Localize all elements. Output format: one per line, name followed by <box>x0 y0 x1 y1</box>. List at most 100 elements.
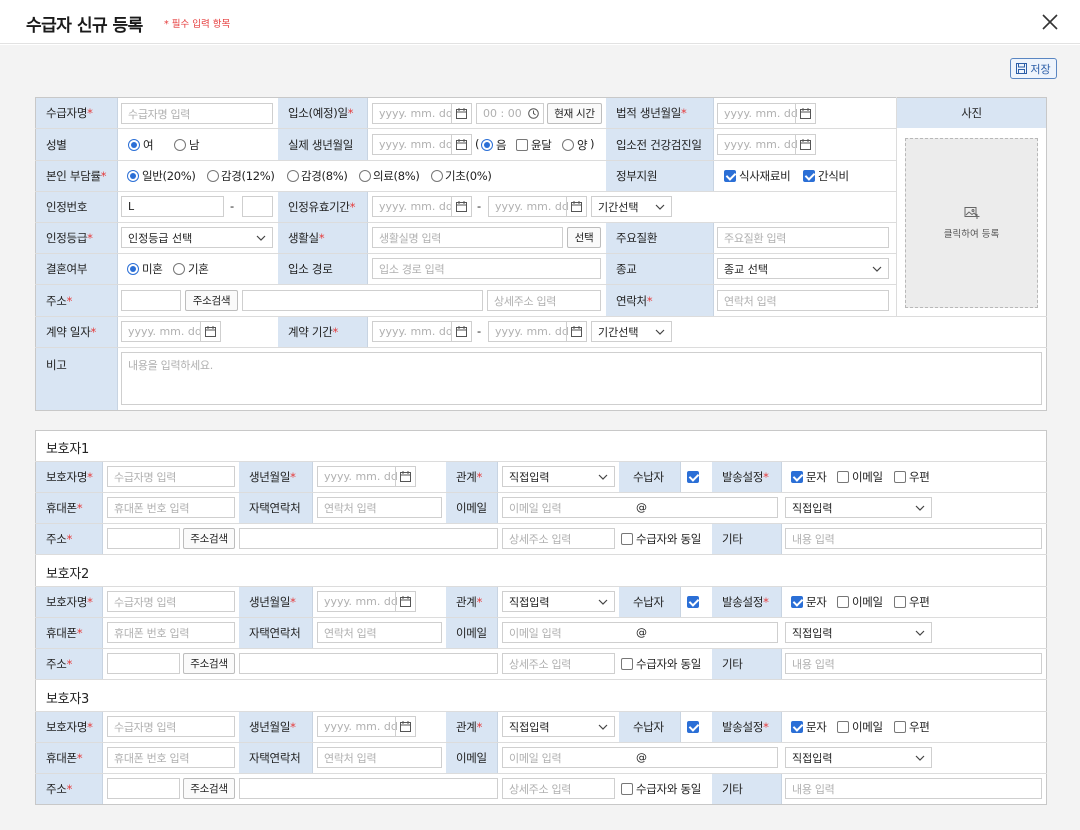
send-sms-checkbox[interactable] <box>791 596 803 608</box>
calendar-icon[interactable] <box>795 104 815 123</box>
guardian-address-search-button[interactable]: 주소검색 <box>183 653 235 674</box>
gov-meal-checkbox[interactable] <box>724 170 736 182</box>
admission-date-input[interactable]: yyyy. mm. dd <box>372 103 472 124</box>
email-domain-select[interactable]: 직접입력 <box>785 497 932 518</box>
guardian-email-input[interactable]: 이메일 입력 @ <box>502 497 778 518</box>
send-email-checkbox[interactable] <box>837 471 849 483</box>
zipcode-input[interactable] <box>121 290 181 311</box>
contact-input[interactable]: 연락처 입력 <box>717 290 889 311</box>
same-as-recipient-checkbox[interactable] <box>621 533 633 545</box>
send-post-checkbox[interactable] <box>894 721 906 733</box>
cert-period-select[interactable]: 기간선택 <box>591 196 672 217</box>
relation-select[interactable]: 직접입력 <box>502 591 615 612</box>
burden-medical-radio[interactable] <box>359 170 371 182</box>
recipient-name-input[interactable]: 수급자명 입력 <box>121 103 273 124</box>
guardian-birth-input[interactable]: yyyy. mm. dd <box>317 591 416 612</box>
guardian-address-detail-input[interactable]: 상세주소 입력 <box>502 778 615 799</box>
photo-upload-area[interactable]: 클릭하여 등록 <box>905 138 1038 308</box>
cert-start-input[interactable]: yyyy. mm. dd <box>372 196 472 217</box>
close-icon[interactable] <box>1040 12 1060 32</box>
gender-female-radio[interactable] <box>128 139 140 151</box>
religion-select[interactable]: 종교 선택 <box>717 258 889 279</box>
cert-no-input[interactable]: L <box>121 196 224 217</box>
address-search-button[interactable]: 주소검색 <box>185 290 238 311</box>
married-radio[interactable] <box>173 263 185 275</box>
burden-reduced12-radio[interactable] <box>207 170 219 182</box>
address-input[interactable] <box>242 290 483 311</box>
calendar-icon[interactable] <box>200 322 220 341</box>
guardian-birth-input[interactable]: yyyy. mm. dd <box>317 716 416 737</box>
guardian-phone-input[interactable]: 휴대폰 번호 입력 <box>107 497 235 518</box>
save-button[interactable]: 저장 <box>1010 58 1057 79</box>
guardian-birth-input[interactable]: yyyy. mm. dd <box>317 466 416 487</box>
calendar-icon[interactable] <box>795 135 815 154</box>
clock-icon[interactable] <box>523 104 543 123</box>
payer-checkbox[interactable] <box>687 471 699 483</box>
guardian-address-search-button[interactable]: 주소검색 <box>183 778 235 799</box>
guardian-address-input[interactable] <box>239 653 498 674</box>
relation-select[interactable]: 직접입력 <box>502 716 615 737</box>
burden-reduced8-radio[interactable] <box>287 170 299 182</box>
send-email-checkbox[interactable] <box>837 596 849 608</box>
payer-checkbox[interactable] <box>687 721 699 733</box>
health-check-input[interactable]: yyyy. mm. dd <box>717 134 816 155</box>
calendar-icon[interactable] <box>566 197 586 216</box>
disease-input[interactable]: 주요질환 입력 <box>717 227 889 248</box>
email-domain-select[interactable]: 직접입력 <box>785 747 932 768</box>
route-input[interactable]: 입소 경로 입력 <box>372 258 601 279</box>
relation-select[interactable]: 직접입력 <box>502 466 615 487</box>
same-as-recipient-checkbox[interactable] <box>621 658 633 670</box>
calendar-icon[interactable] <box>395 467 415 486</box>
burden-basic-radio[interactable] <box>431 170 443 182</box>
guardian-etc-input[interactable]: 내용 입력 <box>785 778 1042 799</box>
unmarried-radio[interactable] <box>127 263 139 275</box>
calendar-icon[interactable] <box>566 322 586 341</box>
address-detail-input[interactable]: 상세주소 입력 <box>487 290 601 311</box>
burden-general-radio[interactable] <box>127 170 139 182</box>
contract-end-input[interactable]: yyyy. mm. dd <box>488 321 587 342</box>
calendar-icon[interactable] <box>395 592 415 611</box>
grade-select[interactable]: 인정등급 선택 <box>121 227 273 248</box>
guardian-phone-input[interactable]: 휴대폰 번호 입력 <box>107 622 235 643</box>
contract-period-select[interactable]: 기간선택 <box>591 321 672 342</box>
gender-male-radio[interactable] <box>174 139 186 151</box>
note-textarea[interactable]: 내용을 입력하세요. <box>121 352 1042 405</box>
guardian-home-input[interactable]: 연락처 입력 <box>317 622 442 643</box>
guardian-zipcode-input[interactable] <box>107 653 180 674</box>
guardian-address-input[interactable] <box>239 528 498 549</box>
admission-time-input[interactable]: 00 : 00 <box>476 103 544 124</box>
send-post-checkbox[interactable] <box>894 596 906 608</box>
room-select-button[interactable]: 선택 <box>567 227 601 248</box>
calendar-icon[interactable] <box>451 322 471 341</box>
send-sms-checkbox[interactable] <box>791 471 803 483</box>
solar-radio[interactable] <box>562 139 574 151</box>
payer-checkbox[interactable] <box>687 596 699 608</box>
guardian-etc-input[interactable]: 내용 입력 <box>785 653 1042 674</box>
leap-month-checkbox[interactable] <box>516 139 528 151</box>
legal-birth-input[interactable]: yyyy. mm. dd <box>717 103 816 124</box>
guardian-phone-input[interactable]: 휴대폰 번호 입력 <box>107 747 235 768</box>
send-post-checkbox[interactable] <box>894 471 906 483</box>
calendar-icon[interactable] <box>451 135 471 154</box>
guardian-zipcode-input[interactable] <box>107 778 180 799</box>
guardian-name-input[interactable]: 수급자명 입력 <box>107 591 235 612</box>
guardian-address-input[interactable] <box>239 778 498 799</box>
calendar-icon[interactable] <box>451 104 471 123</box>
guardian-email-input[interactable]: 이메일 입력 @ <box>502 622 778 643</box>
gov-snack-checkbox[interactable] <box>803 170 815 182</box>
guardian-name-input[interactable]: 수급자명 입력 <box>107 466 235 487</box>
cert-no-suffix-input[interactable] <box>242 196 273 217</box>
contract-date-input[interactable]: yyyy. mm. dd <box>121 321 221 342</box>
same-as-recipient-checkbox[interactable] <box>621 783 633 795</box>
guardian-address-detail-input[interactable]: 상세주소 입력 <box>502 528 615 549</box>
guardian-address-search-button[interactable]: 주소검색 <box>183 528 235 549</box>
cert-end-input[interactable]: yyyy. mm. dd <box>488 196 587 217</box>
guardian-address-detail-input[interactable]: 상세주소 입력 <box>502 653 615 674</box>
calendar-icon[interactable] <box>451 197 471 216</box>
actual-birth-input[interactable]: yyyy. mm. dd <box>372 134 472 155</box>
guardian-email-input[interactable]: 이메일 입력 @ <box>502 747 778 768</box>
send-email-checkbox[interactable] <box>837 721 849 733</box>
guardian-name-input[interactable]: 수급자명 입력 <box>107 716 235 737</box>
calendar-icon[interactable] <box>395 717 415 736</box>
guardian-home-input[interactable]: 연락처 입력 <box>317 497 442 518</box>
